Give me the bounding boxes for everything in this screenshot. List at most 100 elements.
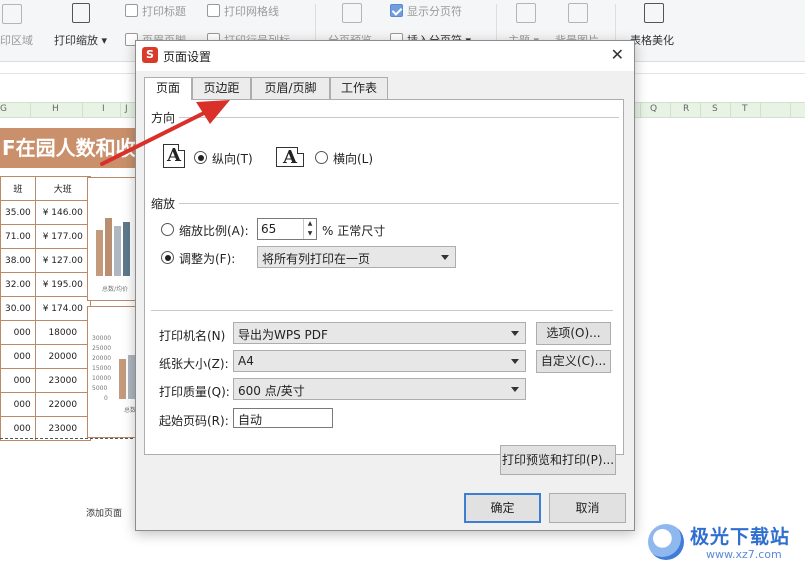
column-label[interactable]: Q: [650, 104, 657, 114]
dialog-title-bar[interactable]: S 页面设置 ✕: [136, 41, 634, 71]
cancel-button[interactable]: 取消: [549, 493, 626, 523]
table-cell[interactable]: ¥ 195.00: [34, 272, 91, 297]
table-row: 30.00 ¥ 174.00: [0, 296, 91, 321]
print-gridlines-checkbox[interactable]: 打印网格线: [207, 3, 279, 19]
table-cell[interactable]: 23000: [34, 368, 91, 393]
landscape-radio[interactable]: [315, 151, 328, 164]
table-cell[interactable]: 32.00: [0, 272, 36, 297]
table-cell[interactable]: 000: [0, 344, 36, 369]
embedded-chart-1[interactable]: 总数/均价: [87, 177, 137, 301]
column-label[interactable]: R: [683, 104, 689, 114]
printer-label: 打印机名(N): [159, 329, 226, 343]
sheet-title-banner[interactable]: F在园人数和收: [0, 128, 138, 168]
print-scale-button[interactable]: 打印缩放 ▾: [54, 32, 107, 48]
stepper-up-icon[interactable]: ▲: [304, 219, 316, 229]
column-divider: [760, 103, 761, 117]
column-label[interactable]: S: [712, 104, 718, 114]
orientation-section-label: 方向: [151, 109, 176, 126]
table-cell[interactable]: 20000: [34, 344, 91, 369]
dialog-title: 页面设置: [163, 50, 212, 64]
column-divider: [790, 103, 791, 117]
column-label[interactable]: G: [0, 104, 7, 114]
table-beautify-icon[interactable]: [644, 3, 664, 23]
table-cell[interactable]: ¥ 127.00: [34, 248, 91, 273]
table-row: 000 23000: [0, 368, 91, 393]
table-row: 38.00 ¥ 127.00: [0, 248, 91, 273]
fit-to-label[interactable]: 调整为(F):: [179, 250, 235, 267]
tab-header-footer[interactable]: 页眉/页脚: [251, 77, 330, 99]
scale-percent-stepper[interactable]: 65 ▲ ▼: [257, 218, 317, 240]
table-row: 000 23000: [0, 416, 91, 441]
chart-axis-label: 总数/均价: [102, 286, 129, 293]
table-cell[interactable]: 18000: [34, 320, 91, 345]
landscape-label[interactable]: 横向(L): [333, 150, 373, 167]
chart-tick-label: 5000: [92, 385, 108, 392]
scale-percent-label[interactable]: 缩放比例(A):: [179, 222, 249, 239]
chart-bar: [96, 230, 103, 276]
background-image-icon[interactable]: [568, 3, 588, 23]
table-beautify-button[interactable]: 表格美化: [630, 32, 674, 48]
stepper-down-icon[interactable]: ▼: [304, 229, 316, 239]
column-label[interactable]: I: [102, 104, 105, 114]
fit-to-radio[interactable]: [161, 251, 174, 264]
column-label[interactable]: T: [742, 104, 748, 114]
table-cell[interactable]: 71.00: [0, 224, 36, 249]
chart-tick-label: 25000: [92, 345, 112, 352]
chart-bar: [119, 359, 126, 399]
table-cell[interactable]: 大班: [34, 176, 91, 201]
paper-size-select[interactable]: A4: [233, 350, 526, 372]
chart-bar: [114, 226, 121, 276]
data-table: 班 大班 35.00 ¥ 146.00 71.00 ¥ 177.00 38.00 ¥ …: [0, 176, 91, 441]
table-cell[interactable]: ¥ 146.00: [34, 200, 91, 225]
print-area-icon[interactable]: [2, 4, 22, 24]
chevron-down-icon: [511, 359, 519, 364]
print-title-button[interactable]: 打印标题: [125, 3, 186, 19]
ok-button[interactable]: 确定: [464, 493, 541, 523]
paper-size-value: A4: [238, 354, 254, 368]
page-break-preview-icon[interactable]: [342, 3, 362, 23]
show-page-breaks-checkbox[interactable]: 显示分页符: [390, 3, 462, 19]
table-cell[interactable]: 38.00: [0, 248, 36, 273]
print-quality-select[interactable]: 600 点/英寸: [233, 378, 526, 400]
theme-icon[interactable]: [516, 3, 536, 23]
table-row: 000 20000: [0, 344, 91, 369]
table-cell[interactable]: ¥ 174.00: [34, 296, 91, 321]
table-cell[interactable]: 35.00: [0, 200, 36, 225]
fit-to-select[interactable]: 将所有列打印在一页: [257, 246, 456, 268]
table-cell[interactable]: 000: [0, 320, 36, 345]
table-cell[interactable]: 000: [0, 368, 36, 393]
scale-percent-radio[interactable]: [161, 223, 174, 236]
table-cell[interactable]: 23000: [34, 416, 91, 441]
chevron-down-icon: [441, 255, 449, 260]
tab-worksheet[interactable]: 工作表: [330, 77, 388, 99]
tab-margins[interactable]: 页边距: [192, 77, 251, 99]
print-preview-button[interactable]: 打印预览和打印(P)...: [500, 445, 616, 475]
fit-to-value: 将所有列打印在一页: [262, 252, 371, 266]
table-cell[interactable]: 30.00: [0, 296, 36, 321]
table-cell[interactable]: 班: [0, 176, 36, 201]
first-page-input[interactable]: 自动: [233, 408, 333, 428]
add-page-link[interactable]: 添加页面: [86, 506, 122, 519]
portrait-radio[interactable]: [194, 151, 207, 164]
table-cell[interactable]: ¥ 177.00: [34, 224, 91, 249]
scaling-section-label: 缩放: [151, 195, 176, 212]
stepper-buttons[interactable]: ▲ ▼: [303, 219, 316, 239]
custom-paper-button[interactable]: 自定义(C)...: [536, 350, 611, 373]
table-cell[interactable]: 000: [0, 416, 36, 441]
tab-page[interactable]: 页面: [144, 77, 192, 100]
portrait-label[interactable]: 纵向(T): [212, 150, 253, 167]
watermark-brand: 极光下载站: [690, 526, 791, 548]
close-icon[interactable]: ✕: [611, 45, 624, 64]
watermark-url: www.xz7.com: [706, 548, 782, 561]
print-title-icon: [125, 4, 138, 17]
printer-options-button[interactable]: 选项(O)...: [536, 322, 611, 345]
print-scale-icon[interactable]: [72, 3, 90, 23]
print-area-button[interactable]: 印区域: [0, 32, 33, 48]
printer-select[interactable]: 导出为WPS PDF: [233, 322, 526, 344]
embedded-chart-2[interactable]: 30000 25000 20000 15000 10000 5000 0 总数: [87, 306, 137, 438]
table-cell[interactable]: 22000: [34, 392, 91, 417]
column-label[interactable]: J: [125, 104, 128, 114]
page-setup-dialog: S 页面设置 ✕ 页面 页边距 页眉/页脚 工作表 方向 A 纵向(T) A 横…: [135, 40, 635, 531]
table-cell[interactable]: 000: [0, 392, 36, 417]
column-label[interactable]: H: [52, 104, 59, 114]
